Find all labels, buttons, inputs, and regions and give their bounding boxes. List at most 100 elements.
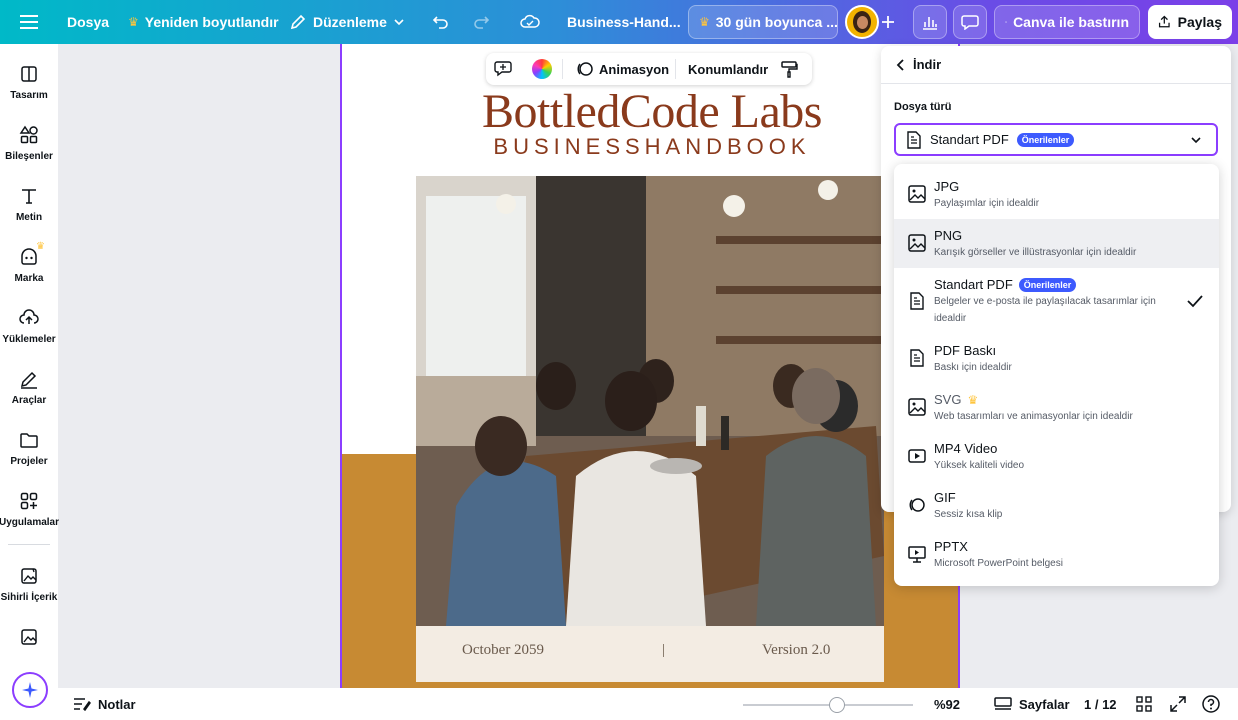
page-counter[interactable]: 1 / 12 [1084,688,1117,720]
help-button[interactable] [1202,688,1220,720]
magic-assistant-button[interactable] [12,672,48,708]
bar-chart-icon [923,17,937,30]
crown-icon: ♛ [699,15,710,29]
sidebar-item-uploads[interactable]: Yüklemeler [0,308,58,345]
grid-view-button[interactable] [1136,688,1152,720]
pencil-icon [290,14,306,30]
truck-icon [1005,21,1008,23]
recommended-badge: Önerilenler [1016,132,1075,147]
document-icon [907,130,921,149]
edit-mode-button[interactable]: Düzenleme [289,0,405,44]
sidebar-item-more[interactable] [0,627,58,647]
option-description: Web tasarımları ve animasyonlar için ide… [934,411,1133,422]
print-with-canva-button[interactable]: Canva ile bastırın [994,5,1140,39]
resize-label: Yeniden boyutlandır [144,14,279,30]
upload-icon [19,309,39,324]
chevron-down-icon [1191,137,1201,144]
pages-icon [994,697,1012,710]
share-button[interactable]: Paylaş [1148,5,1232,39]
apps-icon [20,492,38,510]
back-chevron-icon[interactable] [895,58,905,72]
animate-button[interactable]: Animasyon [576,53,669,85]
design-page[interactable]: BottledCode Labs BUSINESSHANDBOOK Octobe… [340,44,960,688]
elements-icon [19,125,38,144]
meeting-photo[interactable] [416,176,884,626]
file-type-option-pdf-print[interactable]: PDF Baskı Baskı için idealdir [894,334,1219,383]
video-icon [908,449,926,463]
crown-icon: ♛ [128,15,139,29]
sidebar-item-text[interactable]: Metin [0,186,58,223]
add-collaborator-button[interactable] [881,0,895,44]
resize-button[interactable]: ♛ Yeniden boyutlandır [128,0,279,44]
comments-button[interactable] [953,5,987,39]
caption-bar[interactable]: October 2059 | Version 2.0 [416,626,884,682]
gif-icon [909,498,925,512]
image-icon [908,185,926,203]
sidebar-item-label: Metin [15,212,43,223]
sidebar-item-apps[interactable]: Uygulamalar [0,491,59,528]
position-button[interactable]: Konumlandır [688,53,768,85]
file-type-option-pptx[interactable]: PPTX Microsoft PowerPoint belgesi [894,530,1219,579]
file-type-option-standard-pdf[interactable]: Standart PDF Önerilenler Belgeler ve e-p… [894,268,1219,334]
pages-button[interactable]: Sayfalar [994,688,1070,720]
checkmark-icon [1187,295,1203,308]
file-menu-button[interactable]: Dosya [67,0,109,44]
zoom-slider-handle[interactable] [829,697,845,713]
notes-button[interactable]: Notlar [73,688,136,720]
sidebar-item-design[interactable]: Tasarım [0,64,58,101]
cloud-save-button[interactable] [520,0,540,44]
add-comment-button[interactable] [494,53,512,85]
hamburger-menu-button[interactable] [20,0,38,44]
hamburger-icon [20,15,38,29]
zoom-slider-track[interactable] [743,704,913,706]
position-label: Konumlandır [688,61,769,77]
download-panel-header[interactable]: İndir [881,46,1231,84]
fullscreen-button[interactable] [1170,688,1186,720]
sidebar-item-elements[interactable]: Bileşenler [0,125,58,162]
meeting-photo-illustration [416,176,884,626]
trial-button[interactable]: ♛ 30 gün boyunca ... [688,5,838,39]
sidebar-item-brand[interactable]: Marka ♛ [0,241,58,284]
notes-icon [74,698,91,711]
caption-separator: | [662,642,666,658]
analytics-button[interactable] [913,5,947,39]
zoom-level[interactable]: %92 [934,688,960,720]
pages-label: Sayfalar [1019,696,1070,712]
document-subtitle[interactable]: BUSINESSHANDBOOK [342,134,958,160]
bottom-bar: Notlar %92 Sayfalar 1 / 12 [58,688,1238,720]
copy-style-button[interactable] [780,53,798,85]
document-date[interactable]: October 2059 [462,642,544,659]
sidebar-item-magic-media[interactable]: Sihirli İçerik [0,566,58,603]
crown-icon: ♛ [967,392,979,407]
option-title-text: SVG [934,392,962,407]
image-icon [908,234,926,252]
element-toolbar: Animasyon Konumlandır [486,53,812,85]
image-icon [908,398,926,416]
color-picker-button[interactable] [532,53,552,85]
file-type-option-png[interactable]: PNG Karışık görseller ve illüstrasyonlar… [894,219,1219,268]
sidebar-item-tools[interactable]: Araçlar [0,369,58,406]
file-menu-label: Dosya [67,14,110,30]
sidebar-item-projects[interactable]: Projeler [0,430,58,467]
option-title-text: Standart PDF [934,277,1013,292]
left-sidebar: Tasarım Bileşenler Metin Marka ♛ Yükleme… [0,44,59,720]
document-name[interactable]: Business-Hand... [567,0,681,44]
document-version[interactable]: Version 2.0 [762,642,830,659]
sidebar-item-label: Araçlar [11,395,47,406]
file-type-option-mp4[interactable]: MP4 Video Yüksek kaliteli video [894,432,1219,481]
option-title: PNG [934,228,963,243]
toolbar-divider [562,59,563,79]
undo-button[interactable] [432,0,450,44]
redo-button[interactable] [472,0,490,44]
file-type-select[interactable]: Standart PDF Önerilenler [894,123,1218,156]
zoom-level-label: %92 [934,696,961,712]
selected-file-type: Standart PDF [930,132,1009,147]
file-type-option-gif[interactable]: GIF Sessiz kısa klip [894,481,1219,530]
sidebar-item-label: Yüklemeler [2,334,56,345]
document-title[interactable]: BottledCode Labs [342,84,958,139]
user-avatar[interactable] [845,5,879,39]
file-type-option-jpg[interactable]: JPG Paylaşımlar için idealdir [894,164,1219,213]
comment-icon [961,15,979,30]
file-type-option-svg[interactable]: SVG ♛ Web tasarımları ve animasyonlar iç… [894,383,1219,432]
paint-roller-icon [781,61,798,78]
